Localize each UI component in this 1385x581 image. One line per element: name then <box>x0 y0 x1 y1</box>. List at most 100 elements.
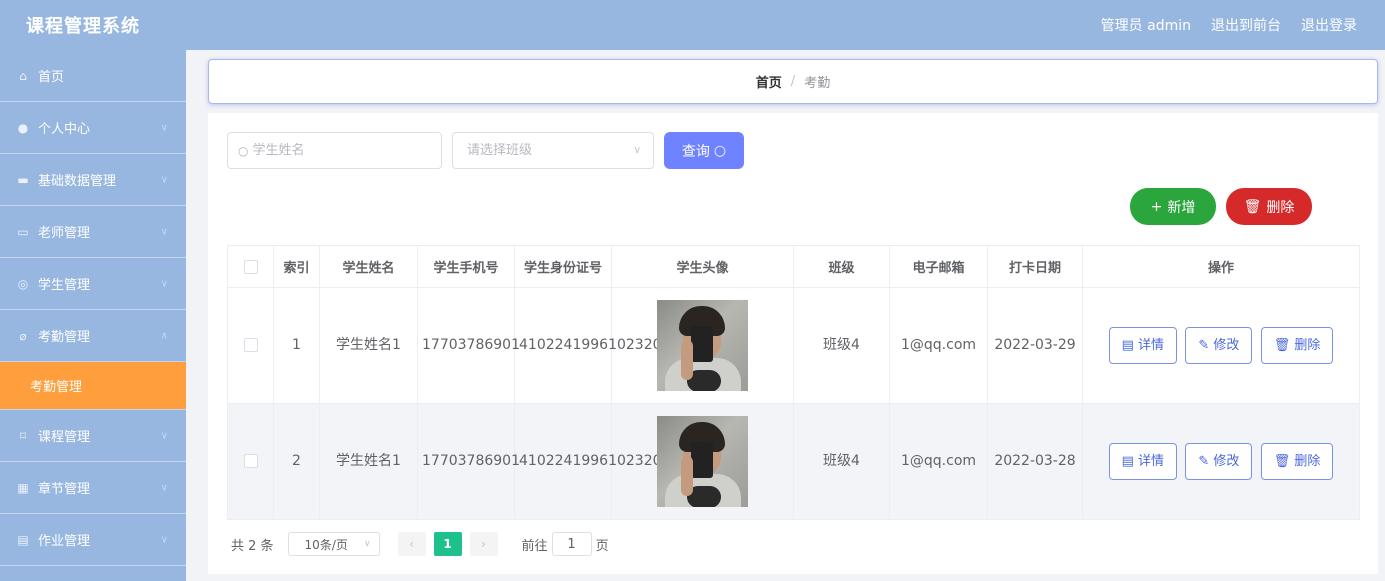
sidebar: ⌂ 首页 ● 个人中心 ∨ ▬ 基础数据管理 ∨ ▭ 老师管理 ∨ ◎ 学生管理… <box>0 50 186 581</box>
select-all-cell <box>227 245 274 288</box>
detail-button[interactable]: ▤ 详情 <box>1108 327 1177 364</box>
column-header: 索引 <box>273 245 320 288</box>
cell-actions: ▤ 详情 ✎ 修改 🗑 删除 <box>1082 403 1360 520</box>
row-checkbox[interactable] <box>243 454 258 468</box>
column-header: 班级 <box>793 245 890 288</box>
delete-button[interactable]: 🗑 删除 <box>1260 327 1334 364</box>
chevron-right-icon: › <box>481 537 486 551</box>
delete-button-label: 删除 <box>1294 338 1321 353</box>
cell-date: 2022-03-29 <box>987 287 1083 404</box>
document-icon: ▤ <box>1121 338 1134 353</box>
cell-actions: ▤ 详情 ✎ 修改 🗑 删除 <box>1082 287 1360 404</box>
delete-button-label: 删除 <box>1266 199 1295 216</box>
column-header: 学生身份证号 <box>514 245 612 288</box>
goto-page-input[interactable] <box>551 532 592 556</box>
pagination-total: 共 2 条 <box>231 538 274 554</box>
cell-name: 学生姓名1 <box>319 403 418 520</box>
detail-button-label: 详情 <box>1137 338 1164 353</box>
sidebar-item-label: 课程管理 <box>38 430 91 445</box>
sidebar-item-chapter[interactable]: ▦ 章节管理 ∨ <box>0 462 186 514</box>
document-icon: ▤ <box>1121 454 1134 469</box>
home-icon: ⌂ <box>19 68 27 83</box>
edit-button-label: 修改 <box>1213 338 1240 353</box>
column-header: 学生头像 <box>611 245 794 288</box>
goto-label: 前往 <box>521 538 548 554</box>
sidebar-item-profile[interactable]: ● 个人中心 ∨ <box>0 102 186 154</box>
page-size-value: 10条/页 <box>304 537 348 552</box>
detail-button-label: 详情 <box>1137 454 1164 469</box>
student-name-search[interactable]: ○ <box>227 132 442 169</box>
search-icon: ○ <box>238 143 249 158</box>
chevron-down-icon: ∨ <box>363 539 371 549</box>
breadcrumb: 首页 / 考勤 <box>208 59 1378 104</box>
trash-icon: 🗑 <box>1273 454 1291 469</box>
goto-suffix: 页 <box>595 538 609 554</box>
cell-date: 2022-03-28 <box>987 403 1083 520</box>
sidebar-item-label: 首页 <box>38 70 65 85</box>
cell-name: 学生姓名1 <box>319 287 418 404</box>
chevron-down-icon: ∨ <box>160 174 168 185</box>
delete-button[interactable]: 🗑 删除 <box>1260 443 1334 480</box>
plus-icon: + <box>1150 198 1163 215</box>
page-size-select[interactable]: 10条/页 ∨ <box>287 532 380 556</box>
row-checkbox[interactable] <box>243 338 258 352</box>
logout-link[interactable]: 退出登录 <box>1301 15 1357 35</box>
next-page-button[interactable]: › <box>469 532 498 556</box>
chevron-left-icon: ‹ <box>409 537 414 551</box>
sidebar-item-homework[interactable]: ▤ 作业管理 ∨ <box>0 514 186 566</box>
chevron-down-icon: ∨ <box>160 534 168 545</box>
table-header-row: 索引 学生姓名 学生手机号 学生身份证号 学生头像 班级 电子邮箱 打卡日期 操… <box>227 245 1360 288</box>
page-number-button[interactable]: 1 <box>433 532 462 556</box>
pagination: 共 2 条 10条/页 ∨ ‹ 1 › 前往 页 <box>231 532 609 556</box>
chevron-up-icon: ∧ <box>160 330 168 341</box>
table-row: 2 学生姓名1 17703786901 410224199610232001 班… <box>227 403 1360 520</box>
sidebar-item-label: 考勤管理 <box>38 330 91 345</box>
edit-button[interactable]: ✎ 修改 <box>1185 443 1253 480</box>
select-all-checkbox[interactable] <box>243 259 258 274</box>
class-select-input[interactable] <box>467 143 617 158</box>
sidebar-subitem-attendance[interactable]: 考勤管理 <box>0 362 186 410</box>
breadcrumb-current: 考勤 <box>804 76 831 91</box>
chevron-down-icon: ∨ <box>160 226 168 237</box>
class-select[interactable]: ∨ <box>452 132 654 169</box>
sidebar-item-label: 学生管理 <box>38 278 91 293</box>
search-icon: ○ <box>713 142 727 159</box>
sidebar-item-course[interactable]: ⌑ 课程管理 ∨ <box>0 410 186 462</box>
trash-icon: 🗑 <box>1243 198 1262 215</box>
edit-button[interactable]: ✎ 修改 <box>1185 327 1253 364</box>
row-select-cell <box>227 403 274 520</box>
sidebar-item-teacher[interactable]: ▭ 老师管理 ∨ <box>0 206 186 258</box>
add-button-label: 新增 <box>1167 199 1196 216</box>
breadcrumb-home[interactable]: 首页 <box>756 72 782 91</box>
student-avatar-image <box>657 300 748 391</box>
batch-delete-button[interactable]: 🗑 删除 <box>1226 188 1312 225</box>
cell-idcard: 410224199610232001 <box>514 403 679 520</box>
admin-link[interactable]: 管理员 admin <box>1101 15 1191 35</box>
pencil-icon: ✎ <box>1198 454 1210 469</box>
sidebar-item-home[interactable]: ⌂ 首页 <box>0 50 186 102</box>
query-button-label: 查询 <box>681 143 710 160</box>
table-row: 1 学生姓名1 17703786901 410224199610232001 班… <box>227 287 1360 404</box>
prev-page-button[interactable]: ‹ <box>397 532 426 556</box>
sidebar-item-student[interactable]: ◎ 学生管理 ∨ <box>0 258 186 310</box>
query-button[interactable]: 查询 ○ <box>664 132 744 169</box>
student-name-input[interactable] <box>252 143 403 158</box>
column-header: 学生手机号 <box>417 245 515 288</box>
cell-phone: 17703786901 <box>417 403 520 520</box>
detail-button[interactable]: ▤ 详情 <box>1108 443 1177 480</box>
add-button[interactable]: + 新增 <box>1130 188 1216 225</box>
front-link[interactable]: 退出到前台 <box>1211 15 1281 35</box>
cell-email: 1@qq.com <box>889 287 988 404</box>
row-select-cell <box>227 287 274 404</box>
sidebar-item-basic-data[interactable]: ▬ 基础数据管理 ∨ <box>0 154 186 206</box>
sidebar-item-attendance[interactable]: ⌀ 考勤管理 ∧ <box>0 310 186 362</box>
trash-icon: 🗑 <box>1273 338 1291 353</box>
main-content: ○ ∨ 查询 ○ + 新增 🗑 删除 索引 学生姓名 学生手机号 学生身份证号 <box>208 113 1378 574</box>
cell-index: 1 <box>273 287 320 404</box>
user-icon: ● <box>17 120 29 135</box>
column-header: 操作 <box>1082 245 1360 288</box>
pencil-icon: ✎ <box>1198 338 1210 353</box>
breadcrumb-separator: / <box>790 74 796 89</box>
column-header: 打卡日期 <box>987 245 1083 288</box>
sidebar-item-label: 老师管理 <box>38 226 91 241</box>
